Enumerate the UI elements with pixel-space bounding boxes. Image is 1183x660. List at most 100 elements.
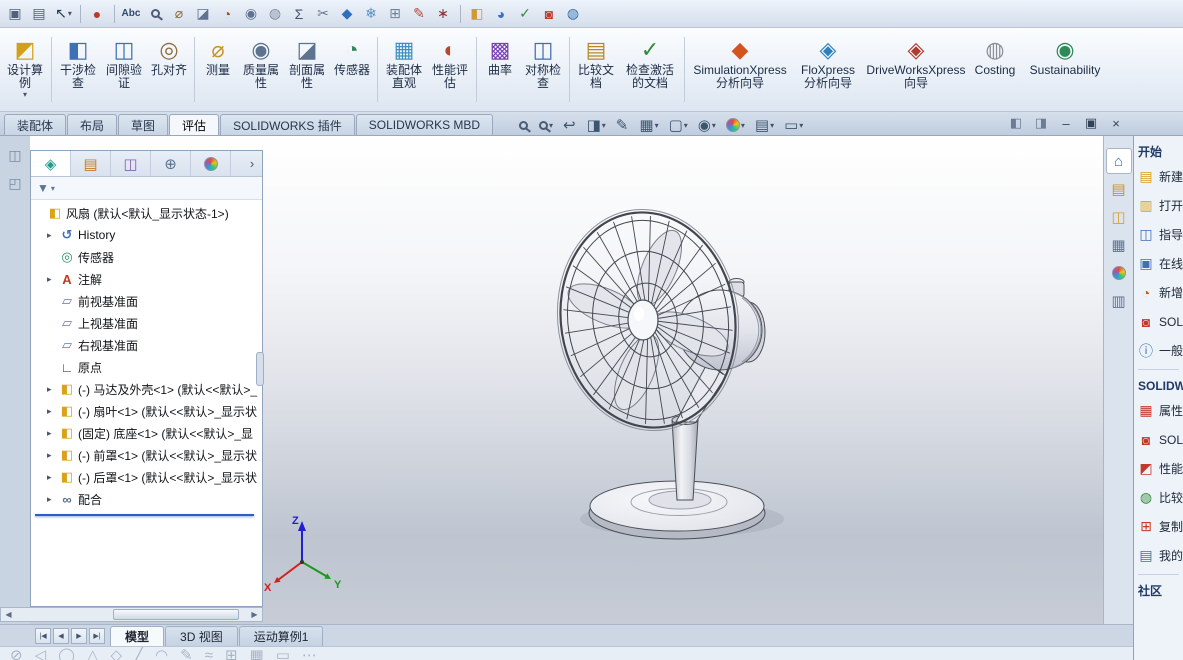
tree-item[interactable]: ◧ 风扇 (默认<默认_显示状态-1>) xyxy=(31,202,262,224)
design-study-button[interactable]: ◩ 设计算例 ▾ xyxy=(2,31,48,108)
new-document-link[interactable]: ▤新建文档 xyxy=(1138,162,1183,191)
tutorials-link[interactable]: ◫指导教程 xyxy=(1138,220,1183,249)
offset-tool-icon[interactable]: ⊘ xyxy=(10,648,23,659)
fan-column[interactable] xyxy=(672,362,726,500)
tab-model[interactable]: 模型 xyxy=(110,626,164,646)
expand-arrow-icon[interactable]: ▸ xyxy=(47,406,59,417)
select-tool[interactable]: ↖▾ xyxy=(52,3,75,25)
displaymanager-tab[interactable] xyxy=(191,151,231,176)
tab-solidworks-mbd[interactable]: SOLIDWORKS MBD xyxy=(356,114,493,135)
hide-show-items-button[interactable]: ◉▾ xyxy=(695,114,719,136)
online-training-link[interactable]: ▣在线培训 xyxy=(1138,249,1183,278)
edit-appearance-button[interactable]: ▾ xyxy=(723,116,748,134)
view-orientation-button[interactable]: ▦▾ xyxy=(636,114,661,136)
copy-icon[interactable]: ⊞ xyxy=(384,3,407,25)
configurationmanager-tab[interactable]: ◫ xyxy=(111,151,151,176)
cascade-windows-icon[interactable]: ▣ xyxy=(4,3,27,25)
solidworks-forum-link[interactable]: ◙SOLIDWORKS 论坛 xyxy=(1138,307,1183,336)
file-explorer-tab[interactable]: ◫ xyxy=(1106,204,1132,230)
scroll-right-button[interactable]: ▶ xyxy=(247,608,262,621)
custom-properties-tab[interactable]: ▥ xyxy=(1106,288,1132,314)
new-assembly-icon[interactable]: ◧ xyxy=(466,3,489,25)
magnifier-icon[interactable] xyxy=(144,3,167,25)
expand-arrow-icon[interactable]: ▸ xyxy=(47,230,59,241)
section-properties-icon[interactable]: ◪ xyxy=(192,3,215,25)
sketch-pencil-icon[interactable]: ✎ xyxy=(180,648,193,659)
tab-motion-study[interactable]: 运动算例1 xyxy=(239,626,324,646)
tree-item[interactable]: ▸ ∞ 配合 xyxy=(31,488,262,510)
pattern-tool-icon[interactable]: ⊞ xyxy=(225,648,238,659)
expand-arrow-icon[interactable]: ▸ xyxy=(47,384,59,395)
check-active-document-button[interactable]: ✓ 检查激活的文档 xyxy=(619,31,681,108)
costing-button[interactable]: ◍ Costing xyxy=(968,31,1022,108)
interference-detection-button[interactable]: ◧ 干涉检查 xyxy=(55,31,101,108)
restore-button[interactable]: ▣ xyxy=(1082,114,1100,132)
zoom-area-button[interactable]: ▾ xyxy=(536,119,556,132)
section-properties-button[interactable]: ◪ 剖面属性 xyxy=(284,31,330,108)
first-tab-button[interactable]: |◀ xyxy=(35,628,51,644)
scrollbar-thumb[interactable] xyxy=(113,609,239,620)
sensor-button[interactable]: ◔ 传感器 xyxy=(330,31,374,108)
tree-item[interactable]: ▱ 上视基准面 xyxy=(31,312,262,334)
tree-item[interactable]: ◎ 传感器 xyxy=(31,246,262,268)
expand-arrow-icon[interactable]: ▸ xyxy=(47,494,59,505)
material-sphere-icon[interactable]: ● xyxy=(86,3,109,25)
equations-icon[interactable]: Σ xyxy=(288,3,311,25)
tab-3d-views[interactable]: 3D 视图 xyxy=(165,626,238,646)
tree-horizontal-scrollbar[interactable]: ◀ ▶ xyxy=(0,607,263,622)
symmetry-check-button[interactable]: ◫ 对称检查 xyxy=(520,31,566,108)
circle-tool-icon[interactable]: ◯ xyxy=(58,648,75,659)
trim-icon[interactable]: ✂ xyxy=(312,3,335,25)
curvature-button[interactable]: ▩ 曲率 xyxy=(480,31,520,108)
assembly-visualization-button[interactable]: ▦ 装配体直观 xyxy=(381,31,427,108)
collapse-panel-icon[interactable]: ◰ xyxy=(4,172,26,194)
featuremanager-tab[interactable]: ◈ xyxy=(31,151,71,176)
open-document-link[interactable]: ▥打开文档 xyxy=(1138,191,1183,220)
panel-expand-button[interactable]: › xyxy=(242,151,262,176)
next-tab-button[interactable]: ▶ xyxy=(71,628,87,644)
tree-item[interactable]: ▸ ↺ History xyxy=(31,224,262,246)
expand-arrow-icon[interactable]: ▸ xyxy=(47,450,59,461)
expand-arrow-icon[interactable]: ▸ xyxy=(47,274,59,285)
minimize-button[interactable]: – xyxy=(1057,114,1075,132)
polygon-tool-icon[interactable]: △ xyxy=(87,648,99,659)
render-sphere-icon[interactable]: ◕ xyxy=(490,3,513,25)
dimension-icon[interactable]: ∗ xyxy=(432,3,455,25)
simulationxpress-wizard-button[interactable]: ◆ SimulationXpress 分析向导 xyxy=(688,31,792,108)
tab-layout[interactable]: 布局 xyxy=(67,114,117,135)
property-tab-builder-link[interactable]: ▦属性标签编制程序 xyxy=(1138,396,1183,425)
view-settings-button[interactable]: ▭▾ xyxy=(781,114,806,136)
section-view-button[interactable]: ◨▾ xyxy=(584,114,609,136)
tab-sketch[interactable]: 草图 xyxy=(118,114,168,135)
measure-button[interactable]: ⌀ 测量 xyxy=(198,31,238,108)
grid-tool-icon[interactable]: ▦ xyxy=(250,648,264,659)
tab-evaluate[interactable]: 评估 xyxy=(169,114,219,135)
mass-properties-button[interactable]: ◉ 质量属性 xyxy=(238,31,284,108)
measure-icon[interactable]: ⌀ xyxy=(168,3,191,25)
approve-check-icon[interactable]: ✓ xyxy=(514,3,537,25)
panel-splitter[interactable] xyxy=(256,352,264,386)
more-tools-icon[interactable]: ⋯ xyxy=(302,648,317,659)
previous-view-button[interactable]: ↩ xyxy=(560,114,580,136)
driveworksxpress-wizard-button[interactable]: ◈ DriveWorksXpress 向导 xyxy=(864,31,968,108)
propertymanager-tab[interactable]: ▤ xyxy=(71,151,111,176)
arc-tool-icon[interactable]: ◠ xyxy=(155,648,168,659)
apply-scene-button[interactable]: ▤▾ xyxy=(752,114,777,136)
dimxpertmanager-tab[interactable]: ⊕ xyxy=(151,151,191,176)
display-style-button[interactable]: ▢▾ xyxy=(666,114,691,136)
compare-documents-button[interactable]: ▤ 比较文档 xyxy=(573,31,619,108)
rollback-bar[interactable] xyxy=(35,514,254,516)
gauge-icon[interactable]: ◔ xyxy=(216,3,239,25)
solidworks-rx-link[interactable]: ◙SOLIDWORKS Rx xyxy=(1138,425,1183,454)
show-display-pane-icon[interactable]: ◫ xyxy=(4,144,26,166)
sustainability-button[interactable]: ◉ Sustainability xyxy=(1022,31,1108,108)
close-button[interactable]: × xyxy=(1107,114,1125,132)
tree-item[interactable]: ▱ 前视基准面 xyxy=(31,290,262,312)
sketch-icon[interactable]: ✎ xyxy=(408,3,431,25)
compare-score-link[interactable]: ◍比较我的分数 xyxy=(1138,483,1183,512)
tree-item[interactable]: ▸ A 注解 xyxy=(31,268,262,290)
tree-item[interactable]: ▸ ◧ (-) 扇叶<1> (默认<<默认>_显示状 xyxy=(31,400,262,422)
tab-assembly[interactable]: 装配体 xyxy=(4,114,66,135)
spline-tool-icon[interactable]: ≈ xyxy=(205,648,213,659)
tree-item[interactable]: ▸ ◧ (-) 马达及外壳<1> (默认<<默认>_ xyxy=(31,378,262,400)
